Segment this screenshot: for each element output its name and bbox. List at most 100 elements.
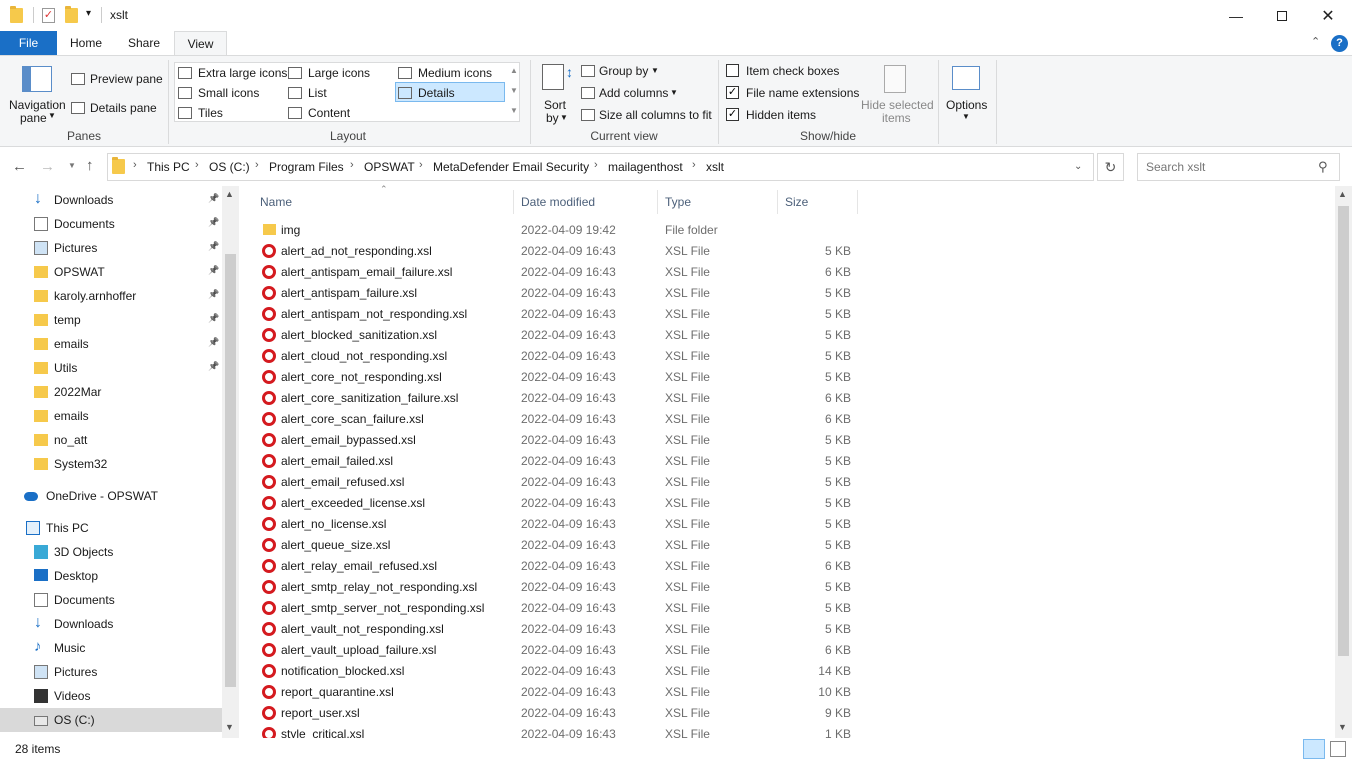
pin-icon[interactable]: 📌 — [208, 241, 219, 252]
close-button[interactable]: ✕ — [1305, 0, 1351, 31]
chevron-right-icon[interactable]: › — [350, 159, 354, 171]
nav-item-no-att[interactable]: no_att — [0, 428, 222, 452]
list-scroll-thumb[interactable] — [1338, 206, 1349, 656]
chevron-right-icon[interactable]: › — [594, 159, 598, 171]
navigation-pane-button[interactable]: Navigation pane ▼ — [6, 62, 66, 128]
nav-item-videos[interactable]: Videos — [0, 684, 222, 708]
hidden-items-checkbox[interactable]: ✓ — [726, 108, 739, 121]
large-icons-option[interactable]: Large icons — [308, 66, 370, 80]
file-row[interactable]: alert_queue_size.xsl 2022-04-09 16:43 XSL … — [256, 535, 856, 556]
chevron-right-icon[interactable]: › — [195, 159, 199, 171]
options-button[interactable]: Options ▼ — [944, 62, 990, 128]
file-row[interactable]: report_user.xsl 2022-04-09 16:43 XSL File 9… — [256, 703, 856, 724]
large-icons-view-icon[interactable] — [1330, 741, 1346, 757]
nav-scroll-thumb[interactable] — [225, 254, 236, 687]
minimize-button[interactable]: — — [1213, 0, 1259, 31]
chevron-right-icon[interactable]: › — [419, 159, 423, 171]
nav-item-music[interactable]: ♪ Music — [0, 636, 222, 660]
file-row[interactable]: alert_core_scan_failure.xsl 2022-04-09 16… — [256, 409, 856, 430]
column-type[interactable]: Type — [665, 195, 691, 209]
file-name-extensions-checkbox[interactable]: ✓ — [726, 86, 739, 99]
breadcrumb-mailagenthost[interactable]: mailagenthost — [608, 160, 683, 174]
hidden-items-label[interactable]: Hidden items — [746, 108, 816, 122]
file-row[interactable]: alert_cloud_not_responding.xsl 2022-04-09… — [256, 346, 856, 367]
nav-item-pictures[interactable]: Pictures — [0, 660, 222, 684]
up-icon[interactable]: ↑ — [86, 157, 94, 174]
nav-item-downloads[interactable]: ↓ Downloads 📌 — [0, 188, 222, 212]
address-dropdown-icon[interactable]: ⌄ — [1074, 161, 1082, 172]
nav-item-onedrive-opswat[interactable]: OneDrive - OPSWAT — [0, 484, 222, 508]
nav-item-utils[interactable]: Utils 📌 — [0, 356, 222, 380]
nav-item-desktop[interactable]: Desktop — [0, 564, 222, 588]
list-option[interactable]: List — [308, 86, 327, 100]
nav-item-documents[interactable]: Documents 📌 — [0, 212, 222, 236]
nav-item-emails[interactable]: emails — [0, 404, 222, 428]
file-row[interactable]: alert_blocked_sanitization.xsl 2022-04-09… — [256, 325, 856, 346]
file-row[interactable]: alert_ad_not_responding.xsl 2022-04-09 16… — [256, 241, 856, 262]
refresh-icon[interactable]: ↻ — [1097, 153, 1124, 181]
pin-icon[interactable]: 📌 — [208, 289, 219, 300]
add-columns-button[interactable]: Add columns — [599, 86, 668, 100]
nav-item-emails[interactable]: emails 📌 — [0, 332, 222, 356]
nav-item-system32[interactable]: System32 — [0, 452, 222, 476]
scroll-up-icon[interactable]: ▲ — [225, 189, 234, 199]
breadcrumb-xslt[interactable]: xslt — [706, 160, 724, 174]
list-scrollbar[interactable]: ▲ ▼ — [1335, 186, 1352, 738]
medium-icons-option[interactable]: Medium icons — [418, 66, 492, 80]
column-size[interactable]: Size — [785, 195, 808, 209]
search-box[interactable]: Search xslt ⚲ — [1137, 153, 1340, 181]
nav-item-opswat[interactable]: OPSWAT 📌 — [0, 260, 222, 284]
chevron-right-icon[interactable]: › — [692, 159, 696, 171]
back-icon[interactable]: ← — [12, 158, 27, 175]
file-row[interactable]: alert_smtp_server_not_responding.xsl 2022… — [256, 598, 856, 619]
file-row[interactable]: alert_exceeded_license.xsl 2022-04-09 16:… — [256, 493, 856, 514]
nav-item-this-pc[interactable]: This PC — [0, 516, 222, 540]
group-by-button[interactable]: Group by — [599, 64, 648, 78]
new-folder-icon[interactable] — [65, 6, 78, 26]
small-icons-option[interactable]: Small icons — [198, 86, 259, 100]
breadcrumb-program-files[interactable]: Program Files — [269, 160, 344, 174]
extra-large-icons-option[interactable]: Extra large icons — [198, 66, 287, 80]
file-row[interactable]: notification_blocked.xsl 2022-04-09 16:43… — [256, 661, 856, 682]
column-name[interactable]: Name — [260, 195, 292, 209]
column-date-modified[interactable]: Date modified — [521, 195, 595, 209]
file-row[interactable]: alert_smtp_relay_not_responding.xsl 2022-… — [256, 577, 856, 598]
file-row[interactable]: alert_no_license.xsl 2022-04-09 16:43 XSL … — [256, 514, 856, 535]
file-row[interactable]: alert_email_refused.xsl 2022-04-09 16:43 X… — [256, 472, 856, 493]
tab-file[interactable]: File — [0, 31, 57, 55]
breadcrumb-opswat[interactable]: OPSWAT — [364, 160, 415, 174]
tiles-option[interactable]: Tiles — [198, 106, 223, 120]
nav-item-documents[interactable]: Documents — [0, 588, 222, 612]
pin-icon[interactable]: 📌 — [208, 217, 219, 228]
nav-item-2022mar[interactable]: 2022Mar — [0, 380, 222, 404]
breadcrumb-this-pc[interactable]: This PC — [147, 160, 190, 174]
preview-pane-button[interactable]: Preview pane — [90, 72, 163, 86]
properties-icon[interactable]: ✓ — [42, 8, 55, 23]
nav-item-3d-objects[interactable]: 3D Objects — [0, 540, 222, 564]
scroll-down-icon[interactable]: ▼ — [1338, 722, 1347, 732]
nav-item-temp[interactable]: temp 📌 — [0, 308, 222, 332]
scroll-down-icon[interactable]: ▼ — [225, 722, 234, 732]
chevron-right-icon[interactable]: › — [255, 159, 259, 171]
sort-by-button[interactable]: ↕ Sort by ▼ — [538, 62, 573, 128]
forward-icon[interactable]: → — [40, 158, 55, 175]
details-view-icon[interactable] — [1303, 739, 1325, 759]
nav-scrollbar[interactable]: ▲ ▼ — [222, 186, 239, 738]
recent-locations-icon[interactable]: ▼ — [68, 161, 76, 170]
nav-item-karoly-arnhoffer[interactable]: karoly.arnhoffer 📌 — [0, 284, 222, 308]
tab-view[interactable]: View — [174, 31, 227, 56]
file-row[interactable]: alert_core_not_responding.xsl 2022-04-09 … — [256, 367, 856, 388]
file-row[interactable]: alert_email_bypassed.xsl 2022-04-09 16:43… — [256, 430, 856, 451]
nav-item-pictures[interactable]: Pictures 📌 — [0, 236, 222, 260]
breadcrumb-os-c[interactable]: OS (C:) — [209, 160, 250, 174]
pin-icon[interactable]: 📌 — [208, 313, 219, 324]
nav-item-downloads[interactable]: ↓ Downloads — [0, 612, 222, 636]
content-option[interactable]: Content — [308, 106, 350, 120]
file-row[interactable]: report_quarantine.xsl 2022-04-09 16:43 XSL… — [256, 682, 856, 703]
hide-selected-items-button[interactable]: Hide selected items — [858, 62, 934, 128]
scroll-up-icon[interactable]: ▲ — [1338, 189, 1347, 199]
qat-dropdown-icon[interactable]: ▾ — [86, 8, 91, 19]
gallery-up-icon[interactable]: ▲ — [510, 66, 518, 75]
collapse-ribbon-icon[interactable]: ⌃ — [1311, 35, 1320, 48]
breadcrumb-metadefender[interactable]: MetaDefender Email Security — [433, 160, 589, 174]
